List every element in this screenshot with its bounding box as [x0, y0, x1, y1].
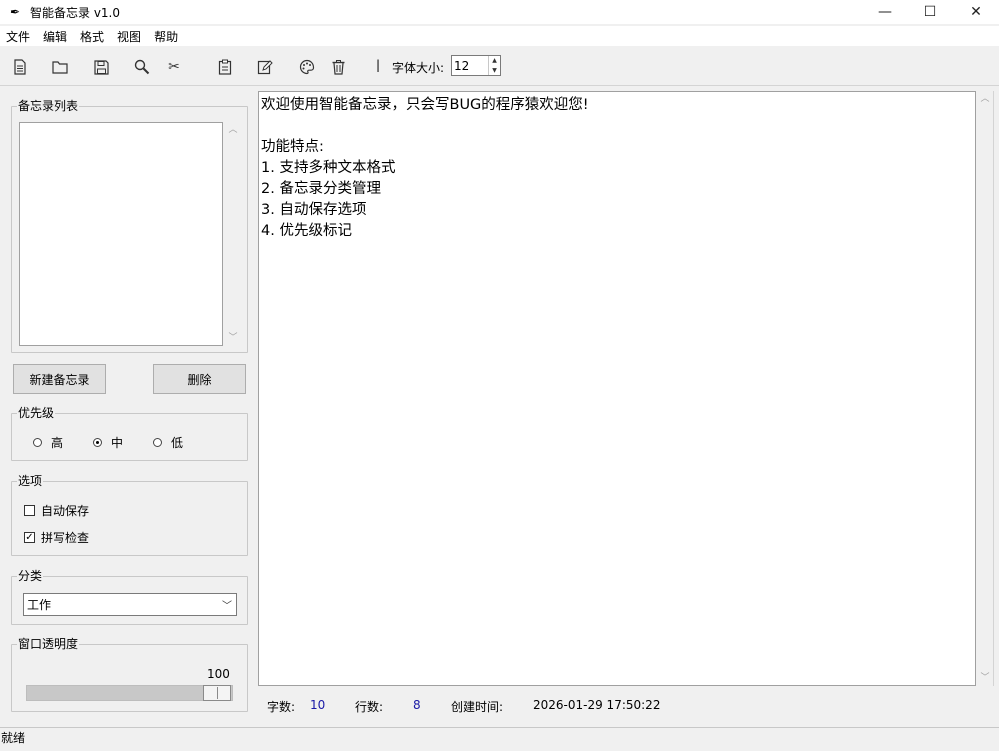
clipboard-icon[interactable]	[216, 58, 234, 76]
status-bar: 就绪	[0, 727, 999, 751]
priority-low-label: 低	[171, 436, 184, 450]
spellcheck-label: 拼写检查	[41, 531, 90, 545]
radio-circle[interactable]	[33, 438, 42, 447]
char-count-label: 字数:	[267, 700, 296, 714]
priority-high-label: 高	[51, 436, 64, 450]
memo-listbox[interactable]	[19, 122, 223, 346]
category-value[interactable]: 工作	[24, 596, 218, 613]
chevron-down-icon[interactable]: ﹀	[218, 597, 236, 612]
checkbox-box-checked[interactable]: ✓	[24, 532, 35, 543]
priority-high-radio[interactable]: 高	[33, 434, 63, 451]
line-count-value: 8	[413, 698, 421, 712]
memo-list-scrollbar[interactable]: ︿ ﹀	[224, 122, 242, 346]
memo-list-title: 备忘录列表	[17, 99, 80, 113]
editor-scrollbar[interactable]: ︿ ﹀	[976, 91, 994, 686]
transparency-slider-track[interactable]	[26, 685, 233, 701]
font-size-value[interactable]: 12	[452, 59, 488, 73]
delete-button[interactable]: 删除	[153, 364, 246, 394]
menu-format[interactable]: 格式	[80, 28, 104, 45]
new-file-icon[interactable]	[11, 58, 29, 76]
options-title: 选项	[17, 474, 44, 488]
trash-icon[interactable]	[329, 58, 347, 76]
checkbox-box[interactable]	[24, 505, 35, 516]
created-time-value: 2026-01-29 17:50:22	[533, 698, 661, 712]
priority-medium-radio[interactable]: 中	[93, 434, 123, 451]
title-bar: ✒ 智能备忘录 v1.0	[0, 0, 999, 24]
feather-icon: ✒	[10, 5, 21, 19]
new-memo-button[interactable]: 新建备忘录	[13, 364, 106, 394]
line-count-label: 行数:	[355, 700, 384, 714]
editor-line: 功能特点:	[261, 139, 324, 155]
autosave-label: 自动保存	[41, 504, 90, 518]
close-icon[interactable]: ✕	[953, 0, 999, 24]
toolbar-separator: |	[376, 58, 381, 72]
scissors-icon[interactable]: ✂	[165, 58, 183, 76]
scroll-down-icon[interactable]: ﹀	[224, 330, 242, 346]
menu-help[interactable]: 帮助	[154, 28, 178, 45]
menu-file[interactable]: 文件	[6, 28, 30, 45]
scroll-up-icon[interactable]: ︿	[976, 91, 994, 107]
radio-circle-selected[interactable]	[93, 438, 102, 447]
spin-down-icon[interactable]: ▼	[489, 66, 500, 76]
priority-title: 优先级	[17, 406, 56, 420]
scroll-up-icon[interactable]: ︿	[224, 122, 242, 138]
font-size-spinbox[interactable]: 12 ▲ ▼	[451, 55, 501, 76]
transparency-title: 窗口透明度	[17, 637, 80, 651]
text-editor[interactable]: 欢迎使用智能备忘录，只会写BUG的程序猿欢迎您! 功能特点: 1. 支持多种文本…	[258, 91, 976, 686]
editor-line: 3. 自动保存选项	[261, 202, 367, 218]
created-time-label: 创建时间:	[451, 700, 504, 714]
font-size-label: 字体大小:	[392, 61, 445, 75]
priority-medium-label: 中	[111, 436, 124, 450]
autosave-checkbox[interactable]: 自动保存	[24, 502, 89, 519]
transparency-value: 100	[207, 667, 230, 681]
palette-icon[interactable]	[298, 58, 316, 76]
radio-circle[interactable]	[153, 438, 162, 447]
char-count-value: 10	[310, 698, 326, 712]
open-folder-icon[interactable]	[51, 58, 69, 76]
menu-edit[interactable]: 编辑	[43, 28, 67, 45]
window-title: 智能备忘录 v1.0	[30, 5, 121, 20]
editor-line: 4. 优先级标记	[261, 223, 352, 239]
transparency-slider-thumb[interactable]	[203, 685, 231, 701]
spellcheck-checkbox[interactable]: ✓ 拼写检查	[24, 529, 89, 546]
search-icon[interactable]	[133, 58, 151, 76]
menu-view[interactable]: 视图	[117, 28, 141, 45]
spin-up-icon[interactable]: ▲	[489, 56, 500, 66]
save-icon[interactable]	[92, 58, 110, 76]
maximize-icon[interactable]: ☐	[907, 0, 953, 24]
menu-bar: 文件 编辑 格式 视图 帮助	[0, 26, 999, 46]
category-combobox[interactable]: 工作 ﹀	[23, 593, 237, 616]
editor-line: 欢迎使用智能备忘录，只会写BUG的程序猿欢迎您!	[261, 97, 589, 113]
category-title: 分类	[17, 569, 44, 583]
edit-icon[interactable]	[256, 58, 274, 76]
minimize-icon[interactable]: —	[862, 0, 908, 24]
editor-line: 1. 支持多种文本格式	[261, 160, 396, 176]
scroll-down-icon[interactable]: ﹀	[976, 670, 994, 686]
editor-line: 2. 备忘录分类管理	[261, 181, 381, 197]
priority-low-radio[interactable]: 低	[153, 434, 183, 451]
